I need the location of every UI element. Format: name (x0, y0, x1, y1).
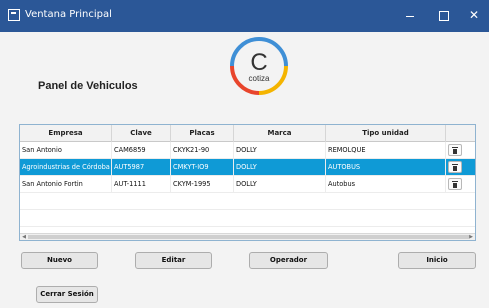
empty-row (20, 210, 475, 227)
horizontal-scrollbar[interactable]: ◀ ▶ (20, 233, 475, 240)
maximize-button[interactable] (431, 4, 455, 26)
nuevo-button[interactable]: Nuevo (21, 252, 98, 269)
cell-marca: DOLLY (234, 176, 326, 193)
table-row[interactable]: Agroindustrias de Córdoba AUT5987 CMKYT-… (20, 159, 475, 176)
window-title: Ventana Principal (25, 9, 112, 20)
cell-placas: CKYK21-90 (171, 142, 234, 159)
page-title: Panel de Vehiculos (38, 80, 138, 92)
header-actions (446, 125, 477, 142)
header-empresa[interactable]: Empresa (20, 125, 112, 142)
cell-clave: CAM6859 (112, 142, 171, 159)
cell-marca: DOLLY (234, 142, 326, 159)
window-titlebar: Ventana Principal ✕ (0, 0, 489, 32)
delete-icon[interactable] (448, 178, 462, 190)
table-header: Empresa Clave Placas Marca Tipo unidad (20, 125, 475, 142)
editar-button[interactable]: Editar (135, 252, 212, 269)
close-button[interactable]: ✕ (462, 4, 486, 26)
scroll-left-icon[interactable]: ◀ (21, 234, 27, 240)
cell-tipo-unidad: Autobus (326, 176, 446, 193)
empty-row (20, 193, 475, 210)
minimize-button[interactable] (398, 4, 422, 26)
table-row[interactable]: San Antonio Fortin AUT-1111 CKYM-1995 DO… (20, 176, 475, 193)
cell-empresa: San Antonio Fortin (20, 176, 112, 193)
table-row[interactable]: San Antonio CAM6859 CKYK21-90 DOLLY REMO… (20, 142, 475, 159)
logo-letter: C (250, 49, 267, 76)
header-tipo-unidad[interactable]: Tipo unidad (326, 125, 446, 142)
cell-clave: AUT5987 (112, 159, 171, 176)
cell-empresa: San Antonio (20, 142, 112, 159)
scroll-thumb[interactable] (28, 235, 469, 239)
cell-placas: CMKYT-IO9 (171, 159, 234, 176)
inicio-button[interactable]: Inicio (398, 252, 476, 269)
cell-marca: DOLLY (234, 159, 326, 176)
scroll-right-icon[interactable]: ▶ (468, 234, 474, 240)
app-window-icon (8, 9, 20, 21)
cell-empresa: Agroindustrias de Córdoba (20, 159, 112, 176)
cell-placas: CKYM-1995 (171, 176, 234, 193)
header-clave[interactable]: Clave (112, 125, 171, 142)
vehicles-table[interactable]: Empresa Clave Placas Marca Tipo unidad S… (19, 124, 476, 241)
cerrar-sesion-button[interactable]: Cerrar Sesión (36, 286, 98, 303)
header-marca[interactable]: Marca (234, 125, 326, 142)
cell-tipo-unidad: AUTOBUS (326, 159, 446, 176)
cotiza-logo: C cotiza (230, 37, 288, 95)
logo-text: cotiza (249, 74, 270, 83)
delete-icon[interactable] (448, 144, 462, 156)
delete-icon[interactable] (448, 161, 462, 173)
cell-clave: AUT-1111 (112, 176, 171, 193)
operador-button[interactable]: Operador (249, 252, 328, 269)
cell-tipo-unidad: REMOLQUE (326, 142, 446, 159)
header-placas[interactable]: Placas (171, 125, 234, 142)
